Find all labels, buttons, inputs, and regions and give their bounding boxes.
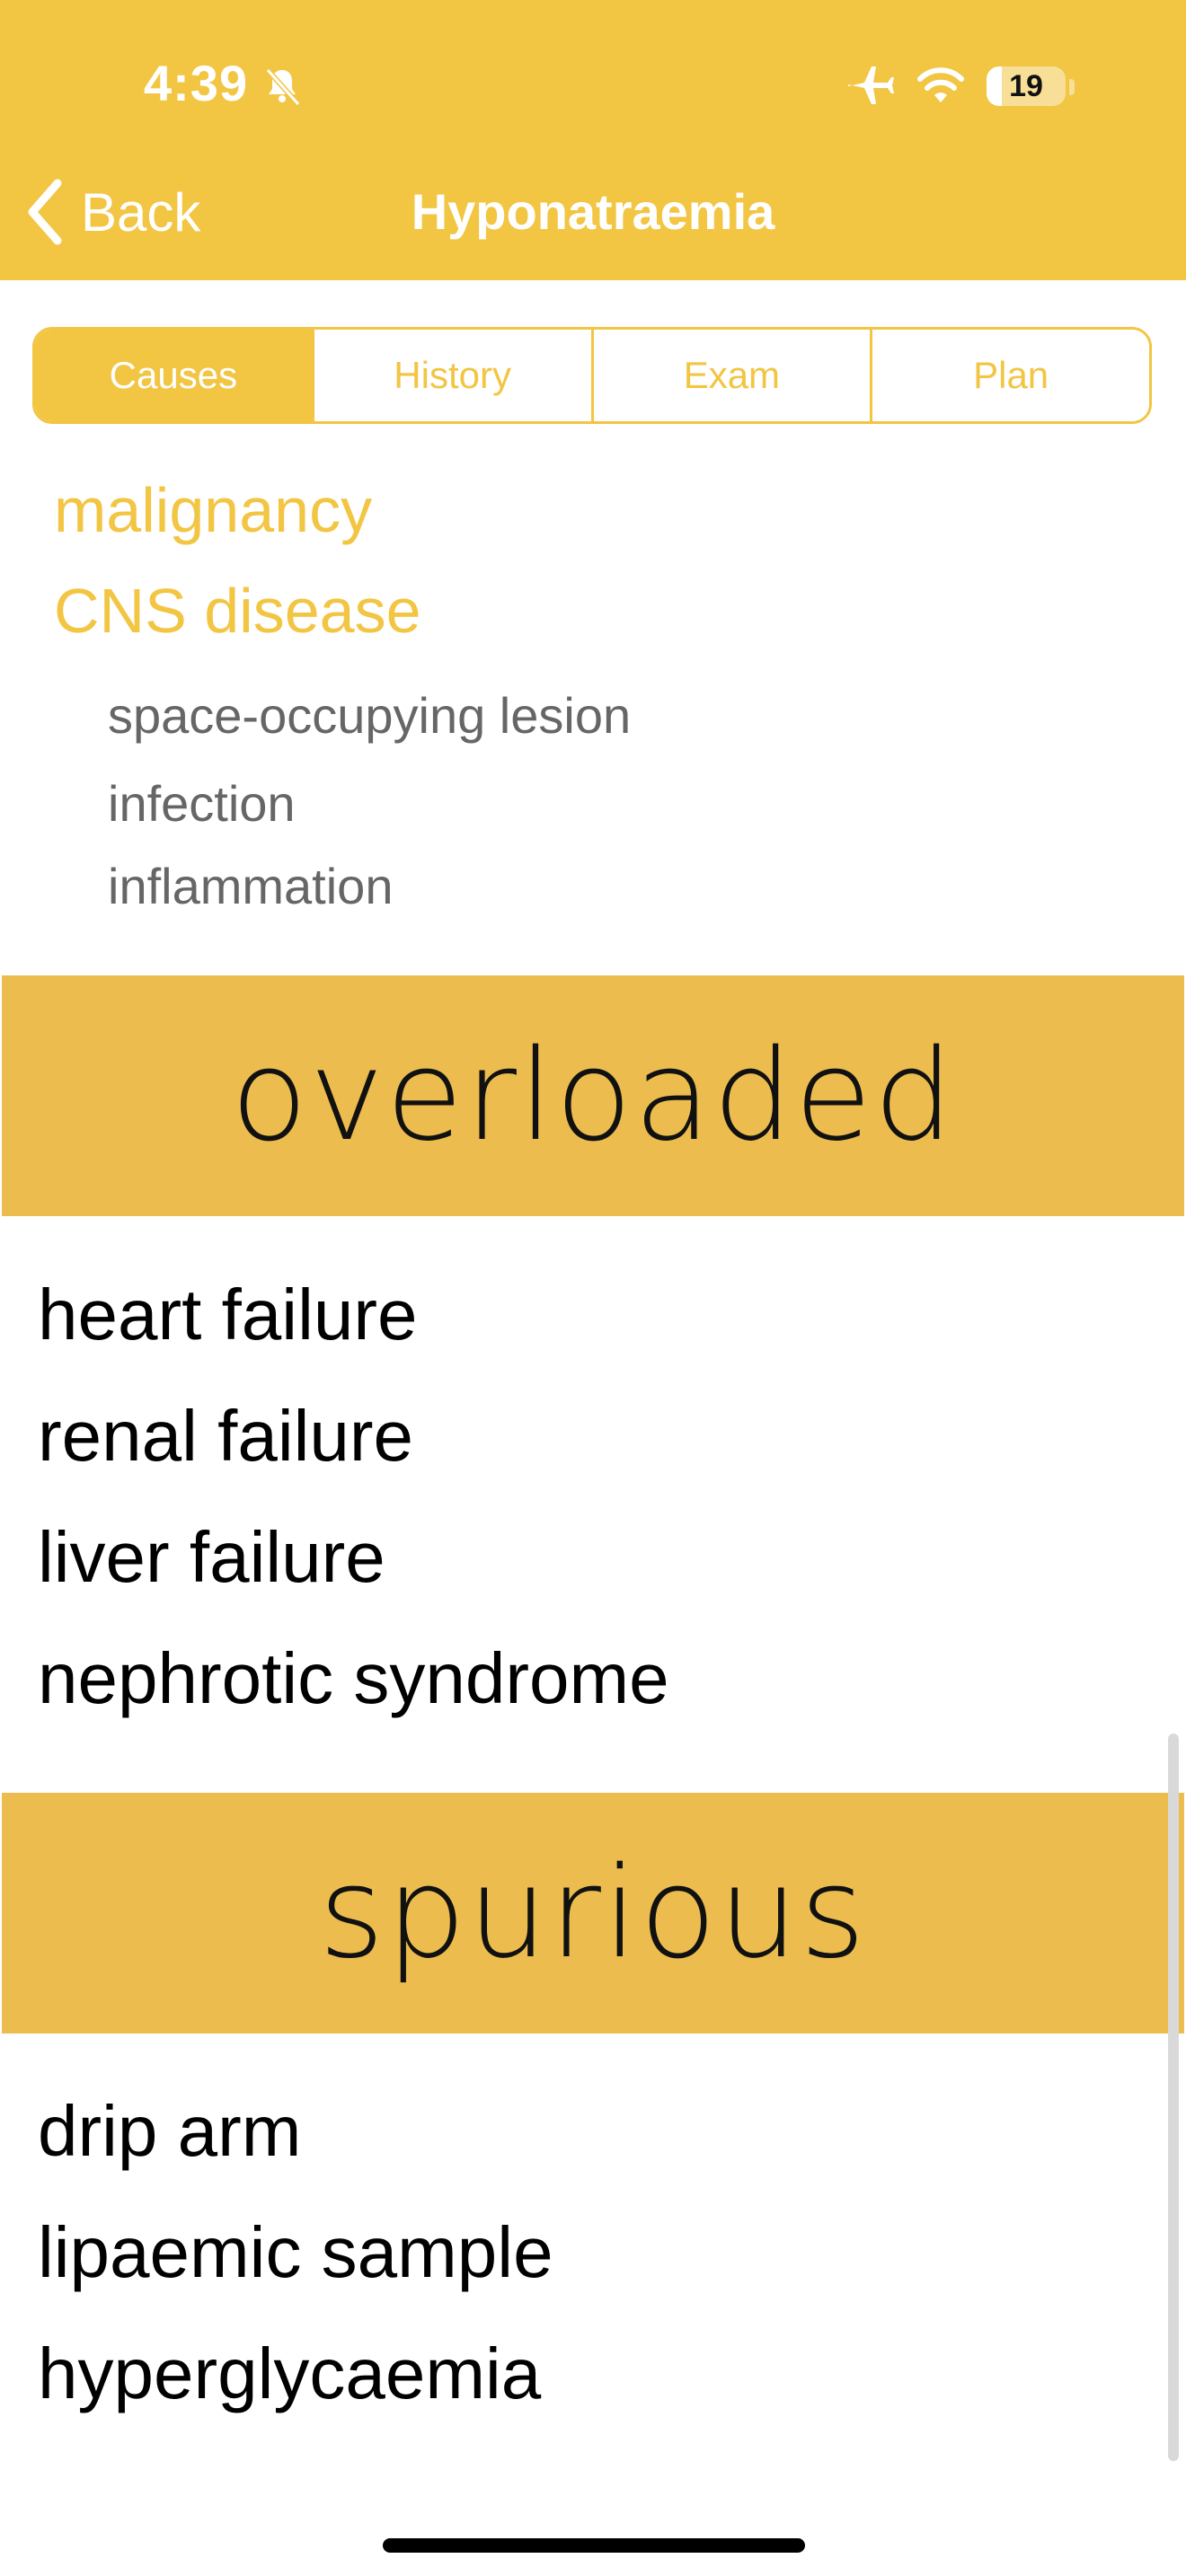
list-item: lipaemic sample [38,2212,553,2292]
section-header-spurious: spurious [2,1793,1184,2033]
list-item: renal failure [38,1396,414,1476]
cause-subitem: inflammation [108,858,394,914]
list-item: heart failure [38,1275,418,1354]
cause-group-malignancy: malignancy [54,475,373,545]
back-button[interactable]: Back [23,176,200,248]
segmented-tabs: Causes History Exam Plan [32,327,1152,424]
list-item: liver failure [38,1517,385,1597]
tab-plan[interactable]: Plan [870,330,1149,421]
battery-icon: 19 [987,66,1066,106]
cause-group-cns-disease: CNS disease [54,576,421,646]
battery-percentage: 19 [1009,69,1043,103]
wifi-icon [917,67,964,102]
section-title: spurious [318,1839,868,1987]
tab-history[interactable]: History [311,330,591,421]
list-item: drip arm [38,2091,302,2171]
tab-causes[interactable]: Causes [35,330,312,421]
back-button-label: Back [81,181,201,243]
list-item: nephrotic syndrome [38,1638,669,1718]
list-item: hyperglycaemia [38,2333,542,2413]
cause-subitem: infection [108,775,296,832]
battery-nub [1069,79,1075,95]
scrollbar[interactable] [1168,1734,1179,2461]
cause-subitem: space-occupying lesion [108,687,632,744]
tab-exam[interactable]: Exam [590,330,871,421]
section-title: overloaded [230,1022,956,1169]
navigation-header: 4:39 19 Hyponatraemia Back [0,0,1186,280]
chevron-left-icon [28,179,62,245]
section-header-overloaded: overloaded [2,975,1184,1216]
home-indicator[interactable] [383,2538,805,2553]
status-time: 4:39 [144,55,249,111]
airplane-icon [848,66,894,104]
bell-slash-icon [265,67,301,107]
